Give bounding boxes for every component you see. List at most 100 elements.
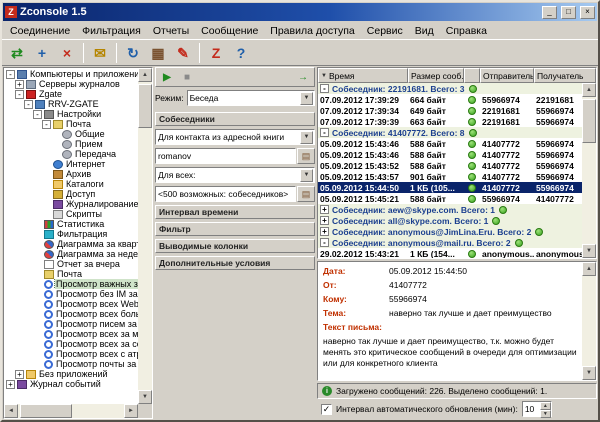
tree-item[interactable]: Просмотр всех больше 10 Мб <box>4 309 138 319</box>
stop-filter-button[interactable]: ■ <box>178 69 196 85</box>
scroll-down-button[interactable] <box>582 244 596 258</box>
section-conversers[interactable]: Собеседники <box>155 112 315 126</box>
menu-item-4[interactable]: Сообщение <box>195 24 264 38</box>
tree-item[interactable]: Просмотр всех с атрибутами за... <box>4 349 138 359</box>
tree-item[interactable]: Просмотр без IM за неделю <box>4 289 138 299</box>
remove-computer-button[interactable]: × <box>55 42 79 64</box>
help-button[interactable]: ? <box>229 42 253 64</box>
address-book-button[interactable]: ▤ <box>297 148 315 164</box>
group-row[interactable]: +Собеседник: all@skype.com. Всего: 1 <box>318 215 582 226</box>
tree-item[interactable]: Скрипты <box>4 209 138 219</box>
expand-icon[interactable]: + <box>15 370 24 379</box>
message-row[interactable]: 05.09.2012 15:43:52588 байт4140777255966… <box>318 160 582 171</box>
minimize-button[interactable]: _ <box>542 6 557 19</box>
menu-item-6[interactable]: Сервис <box>361 24 409 38</box>
tree-item[interactable]: +Серверы журналов <box>4 79 138 89</box>
column-header-2[interactable]: Размер сооб... <box>408 68 464 83</box>
group-row[interactable]: -Собеседник: anonymous@mail.ru. Всего: 2 <box>318 237 582 248</box>
conversers-list-button[interactable]: ▤ <box>297 186 315 202</box>
refresh-interval-spinner[interactable]: 10 <box>522 401 552 417</box>
scrollbar-thumb[interactable] <box>582 99 596 143</box>
scrollbar-track[interactable] <box>18 404 124 418</box>
tree-item[interactable]: -Zgate <box>4 89 138 99</box>
section-time-interval[interactable]: Интервал времени <box>155 205 315 219</box>
expand-icon[interactable]: + <box>320 216 329 225</box>
scroll-up-button[interactable] <box>138 68 152 82</box>
report-button[interactable]: ▦ <box>146 42 170 64</box>
chevron-down-icon[interactable] <box>300 92 313 105</box>
scrollbar-track[interactable] <box>582 276 596 366</box>
expand-icon[interactable]: + <box>6 380 15 389</box>
auto-refresh-checkbox[interactable] <box>321 404 332 415</box>
close-button[interactable]: × <box>580 6 595 19</box>
tree-item[interactable]: Почта <box>4 269 138 279</box>
tree-item[interactable]: Просмотр почты за неделю <box>4 359 138 369</box>
group-row[interactable]: +Собеседник: aew@skype.com. Всего: 1 <box>318 204 582 215</box>
collapse-icon[interactable]: - <box>33 110 42 119</box>
message-row[interactable]: 29.02.2012 15:43:211 КБ (154...anonymous… <box>318 248 582 258</box>
message-row[interactable]: 07.09.2012 17:39:39663 байт2219168155966… <box>318 116 582 127</box>
column-header-1[interactable]: ▼Время <box>318 68 408 83</box>
collapse-icon[interactable]: - <box>15 90 24 99</box>
menu-item-8[interactable]: Справка <box>440 24 493 38</box>
tree-item[interactable]: Общие <box>4 129 138 139</box>
refresh-button[interactable]: ↻ <box>121 42 145 64</box>
tree-item[interactable]: +Без приложений <box>4 369 138 379</box>
tree-item[interactable]: Передача <box>4 149 138 159</box>
tree-item[interactable]: +Журнал событий <box>4 379 138 389</box>
tree-item[interactable]: Просмотр всех за сегодня <box>4 339 138 349</box>
menu-item-7[interactable]: Вид <box>409 24 440 38</box>
collapse-icon[interactable]: - <box>320 84 329 93</box>
scroll-right-button[interactable] <box>124 404 138 418</box>
collapse-icon[interactable]: - <box>24 100 33 109</box>
preview-vertical-scrollbar[interactable] <box>582 262 596 380</box>
expand-icon[interactable]: + <box>320 205 329 214</box>
spin-up-button[interactable] <box>540 402 551 410</box>
scroll-left-button[interactable] <box>4 404 18 418</box>
message-row[interactable]: 05.09.2012 15:45:21588 байт5596697441407… <box>318 193 582 204</box>
connect-button[interactable]: ⇄ <box>5 42 29 64</box>
tree-item[interactable]: Журналирование <box>4 199 138 209</box>
tree-item[interactable]: Отчет за вчера <box>4 259 138 269</box>
collapse-icon[interactable]: - <box>320 238 329 247</box>
conversers-input[interactable]: <500 возможных: собеседников> <box>155 186 296 202</box>
message-row[interactable]: 05.09.2012 15:43:46588 байт4140777255966… <box>318 149 582 160</box>
tree-item[interactable]: Архив <box>4 169 138 179</box>
tree-item[interactable]: Фильтрация <box>4 229 138 239</box>
group-row[interactable]: -Собеседник: 41407772. Всего: 8 <box>318 127 582 138</box>
collapse-icon[interactable]: - <box>320 128 329 137</box>
menu-item-1[interactable]: Соединение <box>4 24 76 38</box>
scroll-down-button[interactable] <box>582 366 596 380</box>
message-row[interactable]: 05.09.2012 15:43:46588 байт4140777255966… <box>318 138 582 149</box>
tree-vertical-scrollbar[interactable] <box>138 68 152 404</box>
tree-item[interactable]: Просмотр писем за месяц <box>4 319 138 329</box>
collapse-icon[interactable]: - <box>42 120 51 129</box>
menu-item-2[interactable]: Фильтрация <box>76 24 147 38</box>
tree-horizontal-scrollbar[interactable] <box>4 404 138 418</box>
tree-item[interactable]: -Настройки <box>4 109 138 119</box>
zgate-button[interactable]: Z <box>204 42 228 64</box>
message-row[interactable]: 07.09.2012 17:39:29664 байт5596697422191… <box>318 94 582 105</box>
contact-input[interactable]: romanov <box>155 148 296 164</box>
message-row[interactable]: 05.09.2012 15:43:57901 байт4140777255966… <box>318 171 582 182</box>
tree-item[interactable]: -Почта <box>4 119 138 129</box>
scrollbar-thumb[interactable] <box>20 404 72 418</box>
column-header-5[interactable]: Получатель <box>534 68 596 83</box>
mode-select[interactable]: Беседа <box>187 90 315 106</box>
column-header-4[interactable]: Отправитель <box>480 68 534 83</box>
expand-icon[interactable]: + <box>15 80 24 89</box>
message-row[interactable]: 07.09.2012 17:39:34649 байт2219168155966… <box>318 105 582 116</box>
group-row[interactable]: +Собеседник: anonymous@JimLina.Eru. Всег… <box>318 226 582 237</box>
expand-icon[interactable]: + <box>320 227 329 236</box>
chevron-down-icon[interactable] <box>300 169 313 182</box>
tree-item[interactable]: Диаграмма за квартал <box>4 239 138 249</box>
tree-item[interactable]: Интернет <box>4 159 138 169</box>
scroll-up-button[interactable] <box>582 262 596 276</box>
collapse-icon[interactable]: - <box>6 70 15 79</box>
section-filter[interactable]: Фильтр <box>155 222 315 236</box>
message-row[interactable]: 05.09.2012 15:44:501 КБ (105...414077725… <box>318 182 582 193</box>
tree-item[interactable]: Статистика <box>4 219 138 229</box>
table-vertical-scrollbar[interactable] <box>582 83 596 258</box>
menu-item-3[interactable]: Отчеты <box>147 24 195 38</box>
column-header-3[interactable] <box>464 68 480 83</box>
